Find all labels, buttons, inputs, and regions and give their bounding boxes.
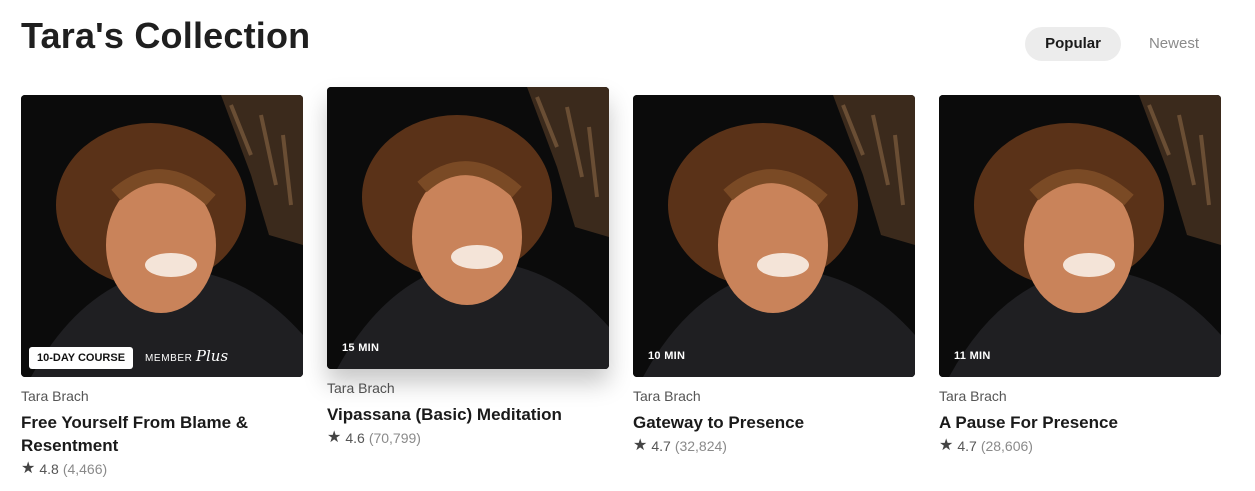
sort-tab-newest[interactable]: Newest (1129, 27, 1219, 61)
collection-card[interactable]: 15 MIN Tara Brach Vipassana (Basic) Medi… (327, 87, 609, 477)
collection-card[interactable]: 10 MIN Tara Brach Gateway to Presence ★ … (633, 95, 915, 477)
collection-card[interactable]: 11 MIN Tara Brach A Pause For Presence ★… (939, 95, 1221, 477)
sort-tab-popular[interactable]: Popular (1025, 27, 1121, 61)
card-title[interactable]: A Pause For Presence (939, 411, 1221, 434)
course-badge: 10-DAY COURSE (29, 347, 134, 369)
rating-count: (70,799) (368, 430, 421, 446)
card-rating: ★ 4.7 (32,824) (633, 437, 915, 455)
card-rating: ★ 4.6 (70,799) (327, 429, 609, 447)
rating-value: 4.8 (39, 461, 59, 477)
duration-label: 11 MIN (954, 350, 991, 362)
page-title: Tara's Collection (21, 15, 311, 56)
card-author: Tara Brach (327, 380, 395, 396)
card-author: Tara Brach (939, 388, 1007, 404)
star-icon: ★ (939, 437, 954, 454)
card-title[interactable]: Free Yourself From Blame & Resentment (21, 411, 303, 457)
card-thumbnail[interactable]: 11 MIN (939, 95, 1221, 377)
duration-label: 10 MIN (648, 350, 686, 362)
card-author: Tara Brach (633, 388, 701, 404)
rating-count: (4,466) (62, 461, 108, 477)
duration-label: 15 MIN (342, 342, 380, 354)
card-thumbnail[interactable]: 10 MIN (633, 95, 915, 377)
card-thumbnail[interactable]: 10-DAY COURSE MEMBER Plus (21, 95, 303, 377)
card-author: Tara Brach (21, 388, 89, 404)
portrait-image (327, 87, 609, 369)
rating-count: (32,824) (674, 438, 727, 454)
rating-value: 4.7 (651, 438, 671, 454)
member-plus-label: Plus (195, 347, 229, 365)
collection-card[interactable]: 10-DAY COURSE MEMBER Plus Tara Brach Fre… (21, 95, 303, 477)
star-icon: ★ (327, 429, 342, 446)
rating-value: 4.7 (957, 438, 977, 454)
member-label: MEMBER (145, 353, 193, 364)
portrait-image (21, 95, 303, 377)
star-icon: ★ (633, 437, 648, 454)
collection-grid: 10-DAY COURSE MEMBER Plus Tara Brach Fre… (21, 87, 1221, 477)
star-icon: ★ (21, 460, 36, 477)
rating-count: (28,606) (980, 438, 1033, 454)
card-rating: ★ 4.7 (28,606) (939, 437, 1221, 455)
card-title[interactable]: Gateway to Presence (633, 411, 915, 434)
card-title[interactable]: Vipassana (Basic) Meditation (327, 403, 609, 426)
portrait-image (939, 95, 1221, 377)
portrait-image (633, 95, 915, 377)
card-thumbnail[interactable]: 15 MIN (327, 87, 609, 369)
member-plus-tag: MEMBER Plus (145, 348, 228, 367)
rating-value: 4.6 (345, 430, 365, 446)
sort-tabs: Popular Newest (1025, 27, 1219, 61)
card-rating: ★ 4.8 (4,466) (21, 460, 303, 478)
